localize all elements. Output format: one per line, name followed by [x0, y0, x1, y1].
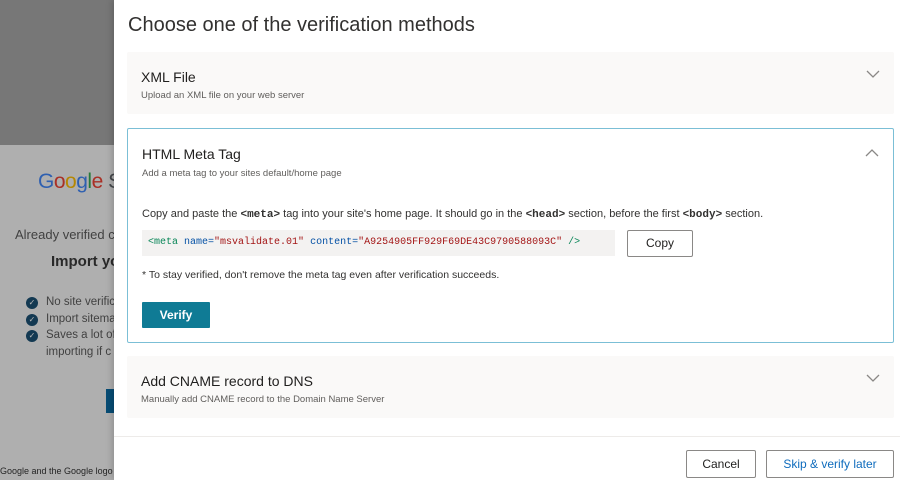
copy-button[interactable]: Copy: [627, 230, 693, 257]
method-xml-file[interactable]: XML File Upload an XML file on your web …: [127, 52, 894, 114]
method-subtitle: Upload an XML file on your web server: [141, 90, 305, 101]
footer-divider: [114, 436, 900, 437]
method-subtitle: Manually add CNAME record to the Domain …: [141, 394, 385, 405]
method-title: HTML Meta Tag: [142, 146, 241, 162]
meta-note: * To stay verified, don't remove the met…: [142, 269, 500, 281]
method-subtitle: Add a meta tag to your sites default/hom…: [142, 168, 342, 179]
panel-title: Choose one of the verification methods: [128, 14, 475, 36]
cancel-button[interactable]: Cancel: [686, 450, 756, 478]
verification-panel: Choose one of the verification methods X…: [114, 0, 900, 480]
chevron-down-icon[interactable]: [866, 69, 880, 79]
verify-button[interactable]: Verify: [142, 302, 210, 328]
modal-overlay[interactable]: [0, 0, 120, 480]
method-html-meta-tag: HTML Meta Tag Add a meta tag to your sit…: [127, 128, 894, 343]
method-title: Add CNAME record to DNS: [141, 373, 313, 389]
chevron-down-icon[interactable]: [866, 373, 880, 383]
method-cname-dns[interactable]: Add CNAME record to DNS Manually add CNA…: [127, 356, 894, 418]
meta-instruction: Copy and paste the <meta> tag into your …: [142, 208, 764, 221]
background-page: Google S Already verified c Import yo ✓ N…: [0, 0, 120, 480]
skip-verify-later-button[interactable]: Skip & verify later: [766, 450, 894, 478]
method-title: XML File: [141, 69, 196, 85]
meta-tag-code[interactable]: <meta name="msvalidate.01" content="A925…: [142, 230, 615, 256]
chevron-up-icon[interactable]: [865, 148, 879, 158]
